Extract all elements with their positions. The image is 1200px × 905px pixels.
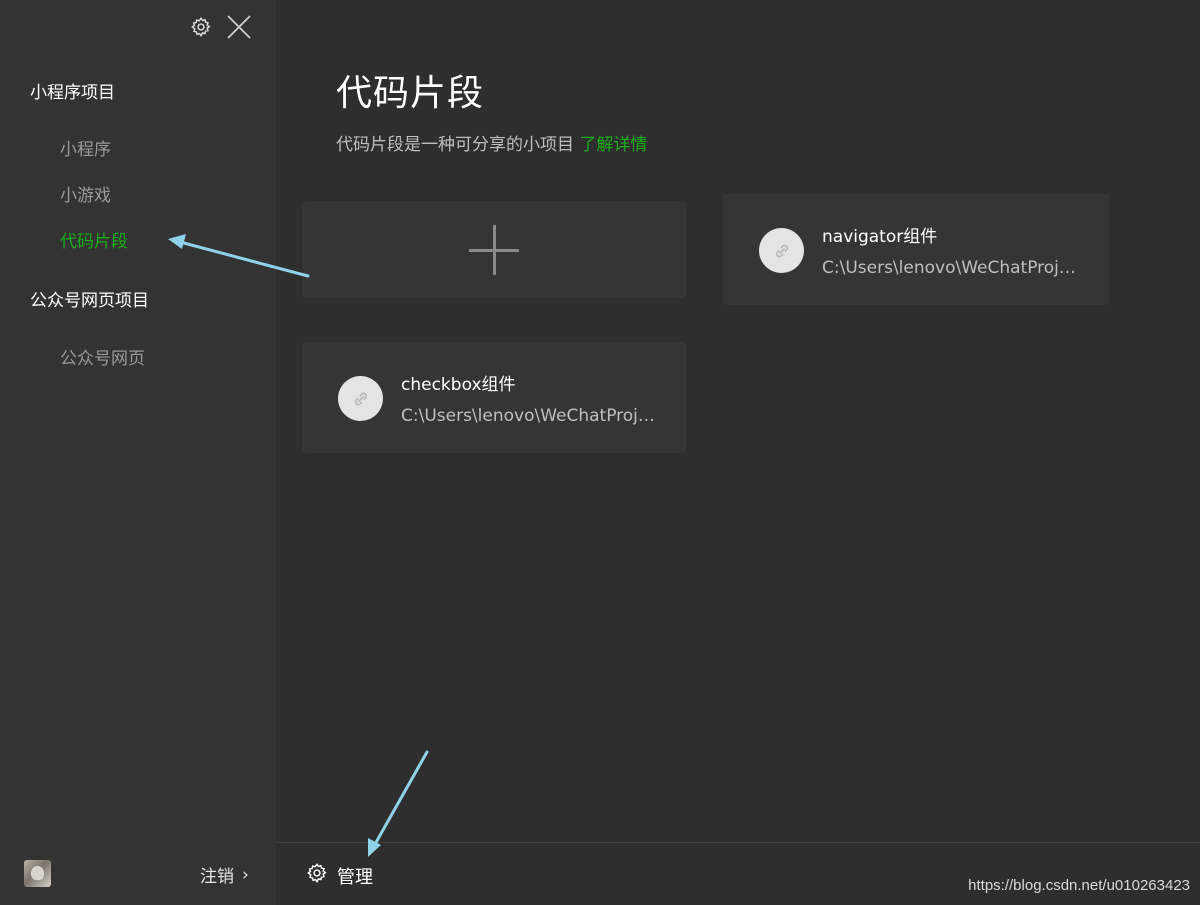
sidebar-top-icons bbox=[190, 14, 252, 40]
plus-icon bbox=[469, 224, 519, 275]
section-title-miniprogram: 小程序项目 bbox=[30, 83, 115, 103]
manage-label: 管理 bbox=[337, 866, 373, 888]
avatar[interactable] bbox=[24, 860, 51, 887]
link-icon bbox=[759, 228, 804, 273]
project-name: checkbox组件 bbox=[401, 375, 516, 395]
manage-button[interactable]: 管理 bbox=[306, 862, 373, 889]
project-name: navigator组件 bbox=[822, 227, 938, 247]
sidebar: 小程序项目 小程序 小游戏 代码片段 公众号网页项目 公众号网页 注销 › bbox=[0, 0, 276, 905]
watermark-text: https://blog.csdn.net/u010263423 bbox=[968, 877, 1190, 894]
project-path: C:\Users\lenovo\WeChatProjects\checkbox bbox=[401, 406, 656, 426]
learn-more-link[interactable]: 了解详情 bbox=[579, 135, 647, 155]
app-window: 小程序项目 小程序 小游戏 代码片段 公众号网页项目 公众号网页 注销 › 代码… bbox=[0, 0, 1200, 905]
gear-icon bbox=[306, 862, 328, 889]
chevron-right-icon: › bbox=[242, 864, 249, 885]
sidebar-item-miniprogram[interactable]: 小程序 bbox=[60, 135, 111, 160]
logout-label: 注销 bbox=[200, 867, 234, 887]
link-icon bbox=[338, 376, 383, 421]
project-card[interactable]: checkbox组件 C:\Users\lenovo\WeChatProject… bbox=[302, 342, 686, 453]
sidebar-item-code-snippets[interactable]: 代码片段 bbox=[60, 227, 128, 252]
main-panel: 代码片段 代码片段是一种可分享的小项目 了解详情 navigator组件 C:\… bbox=[276, 0, 1200, 905]
project-path: C:\Users\lenovo\WeChatProjects\navigator bbox=[822, 258, 1077, 278]
sidebar-footer: 注销 › bbox=[0, 843, 276, 905]
logout-button[interactable]: 注销 › bbox=[200, 862, 249, 888]
bottom-bar: 管理 bbox=[276, 842, 1200, 905]
sidebar-item-minigame[interactable]: 小游戏 bbox=[60, 181, 111, 206]
close-icon[interactable] bbox=[226, 14, 252, 40]
page-subtitle: 代码片段是一种可分享的小项目 了解详情 bbox=[336, 130, 647, 155]
sidebar-item-official-account-web[interactable]: 公众号网页 bbox=[60, 344, 145, 369]
new-snippet-button[interactable] bbox=[302, 201, 686, 298]
gear-icon[interactable] bbox=[190, 16, 212, 38]
page-title: 代码片段 bbox=[336, 73, 485, 114]
subtitle-text: 代码片段是一种可分享的小项目 bbox=[336, 135, 574, 155]
project-card[interactable]: navigator组件 C:\Users\lenovo\WeChatProjec… bbox=[723, 194, 1109, 305]
section-title-official-account: 公众号网页项目 bbox=[30, 291, 149, 311]
